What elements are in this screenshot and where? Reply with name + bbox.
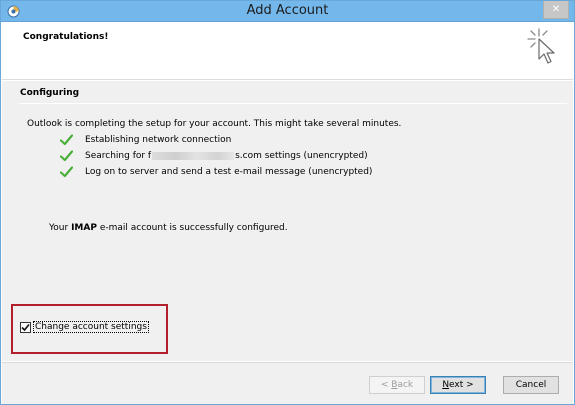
wizard-header: Congratulations! (2, 22, 573, 80)
checkmark-icon (21, 323, 30, 331)
change-account-settings-label[interactable]: Change account settings (33, 321, 149, 333)
green-check-icon (60, 150, 73, 162)
configuring-panel: Configuring Outlook is completing the se… (2, 81, 573, 361)
title-bar[interactable]: Add Account ✕ (1, 1, 574, 22)
result-message: Your IMAP e-mail account is successfully… (49, 223, 288, 233)
next-rest: ext > (449, 380, 474, 390)
change-account-settings-checkbox[interactable]: Change account settings (20, 321, 149, 333)
wizard-sparkle-cursor-icon (527, 28, 555, 64)
section-divider (19, 103, 567, 104)
step-label-before: Searching for f (85, 151, 152, 161)
result-after: e-mail account is successfully configure… (96, 223, 288, 233)
result-before: Your (49, 223, 72, 233)
checkbox-box[interactable] (20, 321, 31, 333)
result-account-type: IMAP (71, 223, 97, 233)
back-prefix: < (380, 380, 392, 390)
green-check-icon (60, 134, 73, 146)
intro-text: Outlook is completing the setup for your… (27, 119, 402, 129)
header-title: Congratulations! (23, 32, 109, 42)
close-icon: ✕ (551, 4, 561, 15)
back-rest: ack (397, 380, 414, 390)
close-button[interactable]: ✕ (543, 1, 569, 19)
step-label-after: s.com settings (unencrypted) (235, 151, 368, 161)
green-check-icon (60, 166, 73, 178)
redacted-email (152, 151, 235, 160)
step-label: Searching for f s.com settings (unencrypt… (85, 151, 368, 161)
section-title: Configuring (20, 88, 80, 98)
step-network: Establishing network connection (60, 133, 231, 147)
step-label: Establishing network connection (85, 135, 232, 145)
add-account-dialog: Add Account ✕ Congratulations! Configuri… (0, 0, 575, 405)
window-title: Add Account (246, 3, 329, 18)
next-button[interactable]: Next > (430, 376, 486, 394)
step-logon: Log on to server and send a test e-mail … (60, 165, 372, 179)
button-bar: < Back Next > Cancel (2, 362, 573, 404)
step-searching: Searching for f s.com settings (unencrypt… (60, 149, 368, 163)
cancel-button[interactable]: Cancel (503, 376, 559, 394)
back-button[interactable]: < Back (369, 376, 425, 394)
step-label: Log on to server and send a test e-mail … (85, 167, 373, 177)
